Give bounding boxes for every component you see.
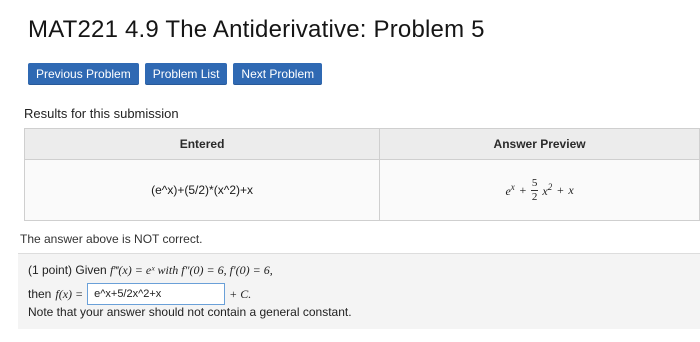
results-table: Entered Answer Preview (e^x)+(5/2)*(x^2)…	[23, 128, 700, 221]
preview-plus: +	[556, 182, 565, 197]
problem-given-line: (1 point) Given f‴(x) = eˣ with f″(0) = …	[28, 263, 273, 277]
next-problem-button[interactable]: Next Problem	[233, 63, 323, 85]
problem-answer-line: then f(x) = e^x+5/2x^2+x + C.	[28, 283, 251, 305]
preview-term-x-squared: x2	[542, 181, 553, 198]
answer-preview-cell: ex + 5 2 x2 + x	[379, 159, 700, 221]
given-math: f‴(x) = eˣ with f″(0) = 6, f′(0) = 6,	[110, 263, 273, 277]
submission-status: The answer above is NOT correct.	[20, 232, 203, 246]
preview-term-exp: ex	[505, 181, 515, 198]
results-header-row: Entered Answer Preview	[23, 128, 700, 160]
problem-note: Note that your answer should not contain…	[28, 305, 352, 319]
answer-preview-math: ex + 5 2 x2 + x	[505, 176, 574, 203]
page-title: MAT221 4.9 The Antiderivative: Problem 5	[28, 16, 485, 43]
preview-plus: +	[518, 182, 527, 197]
page: MAT221 4.9 The Antiderivative: Problem 5…	[0, 0, 700, 342]
preview-term-x: x	[568, 182, 574, 197]
preview-fraction: 5 2	[530, 176, 539, 203]
answer-preview-header: Answer Preview	[379, 128, 700, 160]
entered-header: Entered	[23, 128, 381, 160]
problem-statement: (1 point) Given f‴(x) = eˣ with f″(0) = …	[18, 253, 700, 329]
problem-nav: Previous Problem Problem List Next Probl…	[28, 63, 323, 85]
problem-list-button[interactable]: Problem List	[144, 63, 228, 85]
results-heading: Results for this submission	[24, 106, 179, 121]
previous-problem-button[interactable]: Previous Problem	[28, 63, 139, 85]
constant-label: + C.	[229, 286, 252, 301]
answer-input[interactable]: e^x+5/2x^2+x	[87, 283, 226, 305]
fx-label: f(x) =	[55, 286, 84, 301]
entered-cell: (e^x)+(5/2)*(x^2)+x	[23, 159, 381, 221]
table-row: (e^x)+(5/2)*(x^2)+x ex + 5 2 x2 + x	[23, 159, 700, 221]
